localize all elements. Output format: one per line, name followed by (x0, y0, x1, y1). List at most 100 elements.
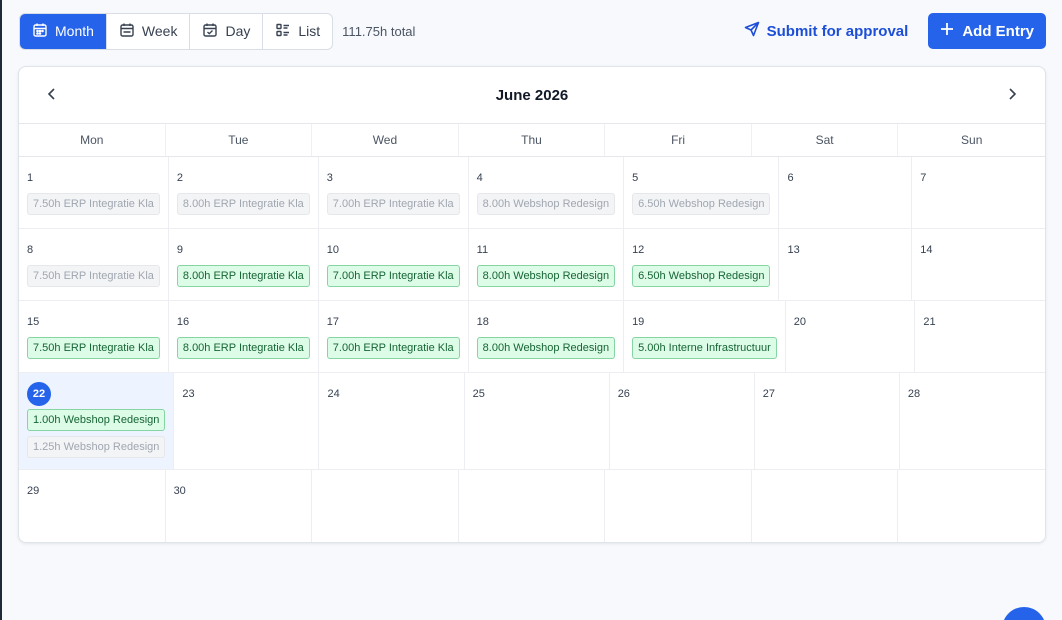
calendar-day-cell[interactable]: 17 7.00h ERP Integratie Kla (319, 301, 469, 372)
time-entry-approved[interactable]: 5.00h Interne Infrastructuur (632, 337, 777, 359)
calendar-check-icon (202, 22, 218, 41)
view-week-label: Week (141, 23, 178, 39)
calendar-day-cell[interactable]: 16 8.00h ERP Integratie Kla (169, 301, 319, 372)
add-entry-label: Add Entry (962, 22, 1034, 40)
time-entry-pending[interactable]: 8.00h ERP Integratie Kla (176, 193, 310, 215)
day-number: 5 (632, 172, 639, 184)
time-entry-approved[interactable]: 8.00h ERP Integratie Kla (176, 337, 310, 359)
calendar-day-cell[interactable]: 22 1.00h Webshop Redesign 1.25h Webshop Re… (19, 373, 175, 469)
day-number: 7 (920, 172, 927, 184)
month-calendar: June 2026 Mon Tue Wed Thu Fri Sat Sun 1 7.50h E… (18, 66, 1046, 543)
month-title: June 2026 (495, 86, 569, 104)
weekday-label: Thu (459, 124, 606, 156)
time-entry-pending[interactable]: 8.00h Webshop Redesign (476, 193, 616, 215)
calendar-day-empty (898, 470, 1045, 542)
calendar-day-cell[interactable]: 7 (912, 157, 1045, 228)
day-number: 17 (326, 316, 340, 328)
calendar-day-cell[interactable]: 14 (912, 229, 1045, 300)
view-list-button[interactable]: List (263, 14, 332, 49)
day-number: 18 (476, 316, 489, 328)
time-entry-pending[interactable]: 7.00h ERP Integratie Kla (326, 193, 460, 215)
time-entry-pending[interactable]: 7.50h ERP Integratie Kla (27, 265, 160, 287)
view-week-button[interactable]: Week (107, 13, 191, 49)
calendar-day-empty (458, 470, 606, 542)
calendar-day-cell[interactable]: 13 (779, 229, 913, 300)
calendar-day-cell[interactable]: 19 5.00h Interne Infrastructuur (624, 301, 786, 372)
calendar-day-cell[interactable]: 15 7.50h ERP Integratie Kla (19, 301, 169, 372)
time-entry-approved[interactable]: 7.00h ERP Integratie Kla (326, 337, 460, 359)
view-day-button[interactable]: Day (190, 13, 264, 49)
chevron-right-icon (1005, 87, 1019, 106)
calendar-week-row: 29 30 (19, 470, 1045, 542)
calendar-day-cell[interactable]: 20 (786, 301, 916, 372)
calendar-day-empty (605, 470, 752, 542)
calendar-day-cell[interactable]: 10 7.00h ERP Integratie Kla (319, 229, 469, 300)
day-number: 27 (762, 388, 776, 400)
view-month-button[interactable]: Month (20, 13, 107, 49)
calendar-day-cell[interactable]: 30 (166, 470, 313, 542)
day-number: 10 (326, 244, 340, 256)
view-month-label: Month (55, 23, 94, 39)
calendar-day-cell[interactable]: 26 (610, 373, 755, 469)
time-entry-approved[interactable]: 7.00h ERP Integratie Kla (326, 265, 460, 287)
calendar-day-cell[interactable]: 24 (319, 373, 465, 469)
day-number: 28 (907, 388, 921, 400)
time-entry-pending[interactable]: 7.50h ERP Integratie Kla (27, 193, 160, 215)
time-entry-pending[interactable]: 1.25h Webshop Redesign (27, 436, 166, 458)
calendar-day-cell[interactable]: 8 7.50h ERP Integratie Kla (19, 229, 169, 300)
weekday-label: Mon (19, 124, 166, 156)
calendar-day-cell[interactable]: 28 (900, 373, 1045, 469)
time-entry-approved[interactable]: 8.00h Webshop Redesign (476, 337, 616, 359)
calendar-day-cell[interactable]: 21 (915, 301, 1045, 372)
day-number: 20 (793, 316, 806, 328)
previous-month-button[interactable] (41, 85, 63, 107)
calendar-day-empty (751, 470, 899, 542)
calendar-day-cell[interactable]: 23 (174, 373, 320, 469)
calendar-day-cell[interactable]: 2 8.00h ERP Integratie Kla (169, 157, 319, 228)
calendar-day-cell[interactable]: 9 8.00h ERP Integratie Kla (169, 229, 319, 300)
calendar-day-cell[interactable]: 5 6.50h Webshop Redesign (624, 157, 780, 228)
calendar-grid: 1 7.50h ERP Integratie Kla 2 8.00h ERP Inte… (19, 157, 1045, 542)
plus-icon (940, 22, 954, 40)
calendar-day-cell[interactable]: 12 6.50h Webshop Redesign (624, 229, 780, 300)
calendar-week-row: 1 7.50h ERP Integratie Kla 2 8.00h ERP Inte… (19, 157, 1045, 229)
calendar-day-cell[interactable]: 11 8.00h Webshop Redesign (469, 229, 625, 300)
weekday-label: Fri (605, 124, 752, 156)
calendar-day-cell[interactable]: 29 (19, 470, 166, 542)
floating-action-button[interactable] (1002, 607, 1046, 620)
weekday-label: Sun (961, 133, 983, 147)
submit-for-approval-button[interactable]: Submit for approval (744, 21, 908, 41)
time-entry-approved[interactable]: 8.00h ERP Integratie Kla (176, 265, 310, 287)
time-entry-approved[interactable]: 6.50h Webshop Redesign (632, 265, 771, 287)
day-number: 11 (476, 244, 489, 256)
day-number: 14 (920, 244, 933, 256)
view-list-label: List (298, 23, 321, 39)
total-hours: 111.75h total (342, 23, 416, 39)
calendar-day-cell[interactable]: 25 (465, 373, 610, 469)
list-icon (275, 22, 291, 41)
time-entry-approved[interactable]: 8.00h Webshop Redesign (476, 265, 616, 287)
day-number: 8 (27, 244, 34, 256)
day-number: 4 (476, 172, 483, 184)
weekday-label: Tue (166, 124, 313, 156)
chevron-left-icon (45, 87, 59, 106)
time-entry-pending[interactable]: 6.50h Webshop Redesign (632, 193, 771, 215)
time-entry-approved[interactable]: 7.50h ERP Integratie Kla (27, 337, 160, 359)
add-entry-button[interactable]: Add Entry (928, 13, 1046, 49)
weekday-label: Sat (752, 124, 899, 156)
day-number: 13 (787, 244, 800, 256)
calendar-day-cell[interactable]: 4 8.00h Webshop Redesign (469, 157, 625, 228)
next-month-button[interactable] (1001, 85, 1023, 107)
calendar-day-cell[interactable]: 27 (755, 373, 900, 469)
view-day-label: Day (225, 23, 251, 39)
calendar-day-cell[interactable]: 1 7.50h ERP Integratie Kla (19, 157, 169, 228)
calendar-day-empty (312, 470, 459, 542)
calendar-day-cell[interactable]: 18 8.00h Webshop Redesign (469, 301, 625, 372)
calendar-day-cell[interactable]: 3 7.00h ERP Integratie Kla (319, 157, 469, 228)
day-number: 9 (176, 244, 184, 256)
day-number (467, 484, 597, 498)
time-entry-approved[interactable]: 1.00h Webshop Redesign (27, 409, 166, 431)
day-number: 12 (632, 244, 645, 256)
calendar-month-icon (32, 22, 48, 41)
calendar-day-cell[interactable]: 6 (779, 157, 913, 228)
